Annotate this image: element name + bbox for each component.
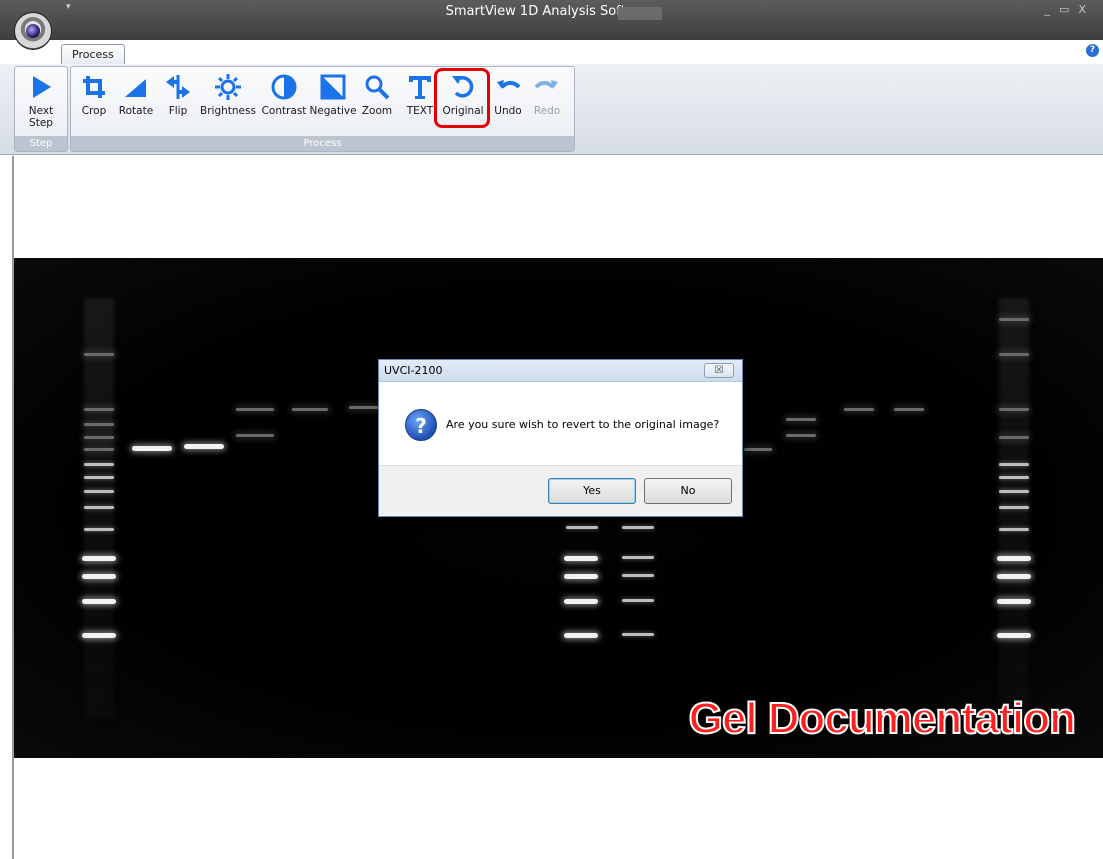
- contrast-label: Contrast: [261, 105, 307, 117]
- ribbon-tabbar: Process Editor Analyze Summary: [0, 40, 1103, 64]
- question-icon: ?: [405, 409, 437, 441]
- dialog-message: Are you sure wish to revert to the origi…: [446, 418, 720, 431]
- window-title: SmartView 1D Analysis Software: [445, 4, 658, 19]
- undo-button[interactable]: Undo: [491, 67, 525, 117]
- redo-button[interactable]: Redo: [529, 67, 565, 117]
- title-redaction: [618, 7, 662, 20]
- tab-editor[interactable]: Editor: [128, 44, 181, 64]
- ribbon-group-process: Crop Rotate Flip Brightness Contrast Neg…: [70, 66, 575, 152]
- window-controls: _▭X: [1045, 3, 1095, 16]
- flip-label: Flip: [168, 105, 188, 117]
- app-menu-orb-icon[interactable]: [14, 12, 52, 50]
- text-button[interactable]: TEXT: [403, 67, 437, 117]
- text-icon: [409, 76, 431, 99]
- tab-process[interactable]: Process: [61, 44, 125, 64]
- confirm-dialog: UVCI-2100 ☒ ? Are you sure wish to rever…: [378, 359, 743, 517]
- brightness-icon: [215, 74, 241, 100]
- maximize-button[interactable]: ▭: [1059, 3, 1078, 16]
- play-icon: [33, 76, 51, 98]
- flip-icon: [166, 75, 190, 99]
- negative-icon: [320, 74, 346, 100]
- brightness-label: Brightness: [200, 105, 256, 117]
- ribbon: Next Step Step Crop Rotate Flip Brightne…: [0, 64, 1103, 155]
- zoom-button[interactable]: Zoom: [360, 67, 394, 117]
- contrast-icon: [271, 74, 297, 100]
- crop-icon: [83, 76, 105, 98]
- yes-button[interactable]: Yes: [548, 478, 636, 504]
- next-step-button[interactable]: Next Step: [17, 67, 65, 129]
- minimize-button[interactable]: _: [1045, 3, 1060, 16]
- tab-analyze[interactable]: Analyze: [187, 44, 250, 64]
- close-button[interactable]: X: [1078, 3, 1095, 16]
- dialog-close-button[interactable]: ☒: [704, 363, 734, 378]
- title-bar: ▾ SmartView 1D Analysis Software _▭X: [0, 0, 1103, 40]
- text-label: TEXT: [406, 105, 434, 117]
- zoom-label: Zoom: [361, 105, 393, 117]
- undo-icon: [497, 80, 521, 89]
- rotate-button[interactable]: Rotate: [116, 67, 156, 117]
- dialog-title: UVCI-2100: [384, 364, 443, 377]
- gel-caption: Gel Documentation: [688, 693, 1077, 744]
- brightness-button[interactable]: Brightness: [199, 67, 257, 117]
- rotate-icon: [125, 79, 146, 97]
- crop-button[interactable]: Crop: [77, 67, 111, 117]
- no-button[interactable]: No: [644, 478, 732, 504]
- zoom-icon: [365, 75, 390, 100]
- tab-summary[interactable]: Summary: [254, 44, 327, 64]
- negative-label: Negative: [309, 105, 357, 117]
- group-label-step: Step: [15, 136, 67, 151]
- contrast-button[interactable]: Contrast: [260, 67, 308, 117]
- redo-label: Redo: [533, 105, 561, 117]
- ribbon-group-step: Next Step Step: [14, 66, 68, 152]
- redo-icon: [534, 80, 558, 89]
- flip-button[interactable]: Flip: [163, 67, 193, 117]
- rotate-label: Rotate: [118, 105, 154, 117]
- next-step-label: Next Step: [28, 105, 54, 129]
- crop-label: Crop: [81, 105, 107, 117]
- help-icon[interactable]: ?: [1086, 44, 1099, 57]
- dialog-titlebar: UVCI-2100 ☒: [379, 360, 742, 382]
- group-label-process: Process: [71, 136, 574, 151]
- dialog-footer: Yes No: [379, 465, 742, 516]
- negative-button[interactable]: Negative: [309, 67, 357, 117]
- original-highlight-frame: [434, 68, 490, 128]
- undo-label: Undo: [494, 105, 522, 117]
